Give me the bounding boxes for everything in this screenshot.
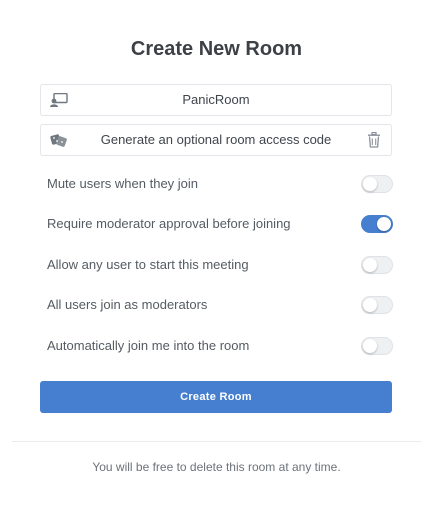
setting-label: Allow any user to start this meeting xyxy=(47,257,249,272)
require-approval-toggle[interactable] xyxy=(361,215,393,233)
footer-note: You will be free to delete this room at … xyxy=(92,460,341,474)
toggle-knob xyxy=(363,177,377,191)
setting-require-approval: Require moderator approval before joinin… xyxy=(47,214,393,236)
create-room-modal: Create New Room PanicRoom Generate an op… xyxy=(0,0,433,516)
modal-title: Create New Room xyxy=(130,38,303,60)
access-code-label[interactable]: Generate an optional room access code xyxy=(77,125,355,155)
trash-icon[interactable] xyxy=(367,131,381,148)
anyone-can-start-toggle[interactable] xyxy=(361,256,393,274)
room-name-field[interactable]: PanicRoom xyxy=(40,84,392,116)
setting-anyone-can-start: Allow any user to start this meeting xyxy=(47,255,393,277)
setting-label: Automatically join me into the room xyxy=(47,338,250,353)
mute-on-join-toggle[interactable] xyxy=(361,175,393,193)
all-moderators-toggle[interactable] xyxy=(361,296,393,314)
setting-label: Mute users when they join xyxy=(47,176,199,191)
setting-label: All users join as moderators xyxy=(47,297,208,312)
setting-all-moderators: All users join as moderators xyxy=(47,295,393,317)
dice-icon[interactable] xyxy=(50,133,68,147)
toggle-knob xyxy=(363,298,377,312)
create-room-button[interactable]: Create Room xyxy=(40,381,392,413)
room-name-icon xyxy=(50,92,68,107)
access-code-field[interactable]: Generate an optional room access code xyxy=(40,124,392,156)
setting-label: Require moderator approval before joinin… xyxy=(47,216,291,231)
toggle-knob xyxy=(363,258,377,272)
toggle-knob xyxy=(377,217,391,231)
setting-mute-on-join: Mute users when they join xyxy=(47,174,393,196)
room-name-input[interactable]: PanicRoom xyxy=(77,85,355,115)
auto-join-toggle[interactable] xyxy=(361,337,393,355)
setting-auto-join: Automatically join me into the room xyxy=(47,336,393,358)
toggle-knob xyxy=(363,339,377,353)
divider xyxy=(12,441,421,442)
